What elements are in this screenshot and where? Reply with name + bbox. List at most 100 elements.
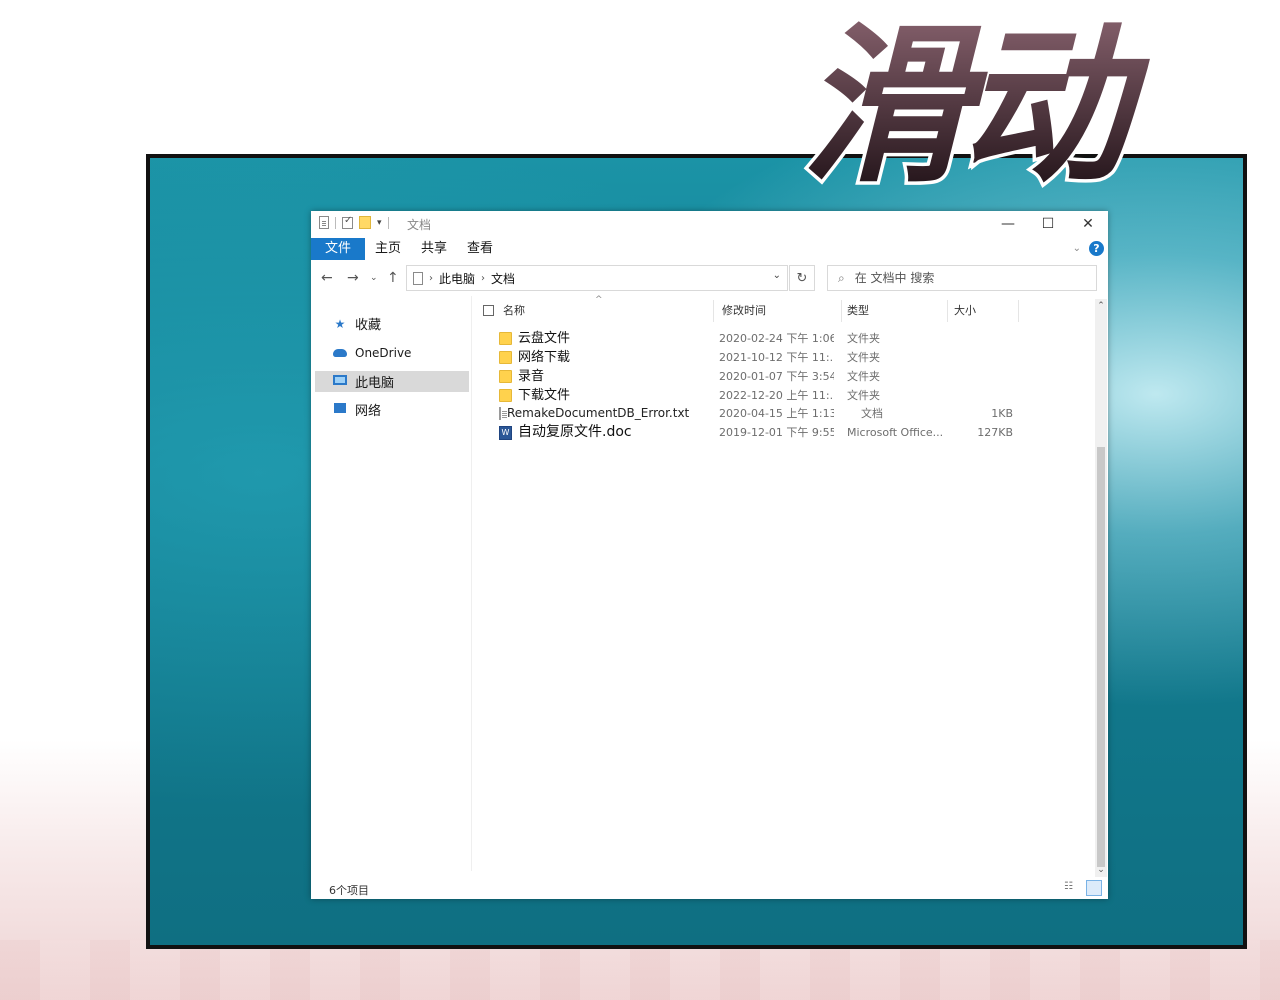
document-icon — [319, 216, 329, 229]
table-row[interactable]: 录音 2020-01-07 下午 3:54 文件夹 — [473, 367, 1093, 386]
sidebar-item-label: OneDrive — [355, 345, 412, 360]
search-input[interactable] — [852, 270, 1077, 286]
pane-divider[interactable] — [471, 296, 472, 871]
quick-access-toolbar: ▾ — [319, 215, 389, 229]
search-box[interactable]: ⌕ — [827, 265, 1097, 291]
table-row[interactable]: W 自动复原文件.doc 2019-12-01 下午 9:55 Microsof… — [473, 423, 1093, 442]
file-size — [957, 329, 1013, 348]
scroll-up-icon[interactable]: ⌃ — [1096, 301, 1106, 311]
tab-share[interactable]: 共享 — [411, 238, 457, 260]
sidebar-item-network[interactable]: 网络 — [315, 399, 469, 420]
table-row[interactable]: 网络下载 2021-10-12 下午 11:... 文件夹 — [473, 348, 1093, 367]
tab-home[interactable]: 主页 — [365, 238, 411, 260]
file-name-cell: W 自动复原文件.doc — [499, 423, 689, 442]
tab-file[interactable]: 文件 — [311, 238, 366, 260]
folder-icon — [499, 351, 512, 364]
sidebar-item-label: 收藏 — [355, 318, 382, 333]
status-bar: 6个项目 ☷ — [311, 879, 1108, 899]
vertical-scrollbar[interactable]: ⌃ ⌄ — [1095, 299, 1107, 877]
sidebar-item-onedrive[interactable]: OneDrive — [315, 342, 469, 363]
file-name: 下载文件 — [518, 388, 571, 403]
folder-icon — [499, 332, 512, 345]
sidebar-item-favorites[interactable]: ★ 收藏 — [315, 313, 469, 334]
expand-ribbon-chevron-icon[interactable]: ⌄ — [1073, 243, 1081, 254]
table-row[interactable]: 云盘文件 2020-02-24 下午 1:06 文件夹 — [473, 329, 1093, 348]
file-name-cell: 网络下载 — [499, 348, 689, 367]
forward-arrow-icon[interactable]: → — [347, 270, 359, 286]
ribbon-right-controls: ⌄ ? — [1073, 241, 1104, 256]
navigation-bar: ← → ⌄ ↑ › 此电脑 › 文档 ⌄ ↻ ⌕ — [311, 264, 1108, 294]
file-name-cell: RemakeDocumentDB_Error.txt — [499, 404, 689, 423]
file-date: 2020-01-07 下午 3:54 — [719, 370, 834, 383]
folder-icon — [499, 389, 512, 402]
new-folder-icon[interactable] — [359, 216, 371, 229]
file-date: 2020-02-24 下午 1:06 — [719, 332, 834, 345]
file-type: Microsoft Office... — [847, 426, 944, 439]
up-arrow-icon[interactable]: ↑ — [387, 270, 399, 286]
column-header-date[interactable]: 修改时间 — [722, 297, 766, 323]
column-divider[interactable] — [947, 300, 948, 322]
address-dropdown-icon[interactable]: ⌄ — [773, 270, 781, 281]
breadcrumb-separator-icon[interactable]: › — [481, 273, 485, 284]
column-divider[interactable] — [841, 300, 842, 322]
location-icon — [413, 271, 423, 285]
sidebar-item-label: 此电脑 — [355, 376, 395, 391]
table-row[interactable]: RemakeDocumentDB_Error.txt 2020-04-15 上午… — [473, 404, 1093, 423]
file-date: 2022-12-20 上午 11:... — [719, 389, 834, 402]
details-view-icon[interactable]: ☷ — [1064, 881, 1078, 895]
recent-locations-chevron-icon[interactable]: ⌄ — [370, 273, 378, 283]
file-date: 2019-12-01 下午 9:55 — [719, 426, 834, 439]
large-icons-view-icon[interactable] — [1086, 880, 1102, 896]
file-size: 127KB — [977, 426, 1013, 439]
column-divider[interactable] — [713, 300, 714, 322]
ribbon-tabs: 文件 主页 共享 查看 ⌄ ? — [311, 238, 1108, 260]
tab-view[interactable]: 查看 — [457, 238, 503, 260]
file-list: ^ 名称 修改时间 类型 大小 云盘文件 2020-02-24 下午 1:06 … — [473, 295, 1093, 877]
background-pattern — [0, 940, 1280, 1000]
file-name: 云盘文件 — [518, 331, 571, 346]
refresh-icon: ↻ — [796, 270, 808, 286]
file-type: 文档 — [861, 407, 883, 420]
file-size — [957, 386, 1013, 405]
breadcrumb-documents[interactable]: 文档 — [491, 270, 515, 287]
star-icon: ★ — [334, 316, 346, 331]
file-size: 1KB — [991, 407, 1013, 420]
file-type: 文件夹 — [847, 332, 880, 345]
file-date: 2020-04-15 上午 1:13 — [719, 407, 834, 420]
properties-icon[interactable] — [342, 215, 353, 229]
column-header-name[interactable]: 名称 — [503, 297, 525, 323]
toolbar-separator — [335, 216, 336, 229]
table-row[interactable]: 下载文件 2022-12-20 上午 11:... 文件夹 — [473, 386, 1093, 405]
scrollbar-thumb[interactable] — [1097, 447, 1105, 867]
folder-icon — [499, 370, 512, 383]
comic-title-text: 滑动 — [797, 0, 1164, 230]
breadcrumb-this-pc[interactable]: 此电脑 — [439, 270, 475, 287]
back-arrow-icon[interactable]: ← — [321, 270, 333, 286]
comic-title-glyphs: 滑动 — [800, 6, 1150, 206]
column-divider[interactable] — [1018, 300, 1019, 322]
file-name-cell: 云盘文件 — [499, 329, 689, 348]
address-bar[interactable]: › 此电脑 › 文档 ⌄ — [406, 265, 788, 291]
help-icon[interactable]: ? — [1089, 241, 1104, 256]
file-name: 自动复原文件.doc — [518, 424, 632, 440]
file-type: 文件夹 — [847, 370, 880, 383]
file-name: 网络下载 — [518, 350, 571, 365]
breadcrumb-separator-icon[interactable]: › — [429, 273, 433, 284]
file-name: 录音 — [518, 369, 545, 384]
sidebar-item-label: 网络 — [355, 404, 382, 419]
column-header-size[interactable]: 大小 — [954, 297, 976, 323]
item-count: 6个项目 — [329, 884, 369, 897]
file-name-cell: 下载文件 — [499, 386, 689, 405]
column-header-type[interactable]: 类型 — [847, 297, 869, 323]
file-explorer-window: ▾ 文档 — ☐ ✕ 文件 主页 共享 查看 ⌄ ? ← → ⌄ ↑ › 此电脑… — [311, 211, 1108, 899]
refresh-button[interactable]: ↻ — [789, 265, 815, 291]
scroll-down-icon[interactable]: ⌄ — [1096, 865, 1106, 875]
this-pc-icon — [333, 374, 347, 389]
select-all-checkbox[interactable] — [483, 305, 494, 316]
file-name: RemakeDocumentDB_Error.txt — [507, 406, 689, 420]
customize-dropdown-icon[interactable]: ▾ — [377, 218, 382, 228]
file-type: 文件夹 — [847, 351, 880, 364]
toolbar-separator — [387, 216, 389, 229]
network-icon — [333, 402, 347, 417]
sidebar-item-this-pc[interactable]: 此电脑 — [315, 371, 469, 392]
